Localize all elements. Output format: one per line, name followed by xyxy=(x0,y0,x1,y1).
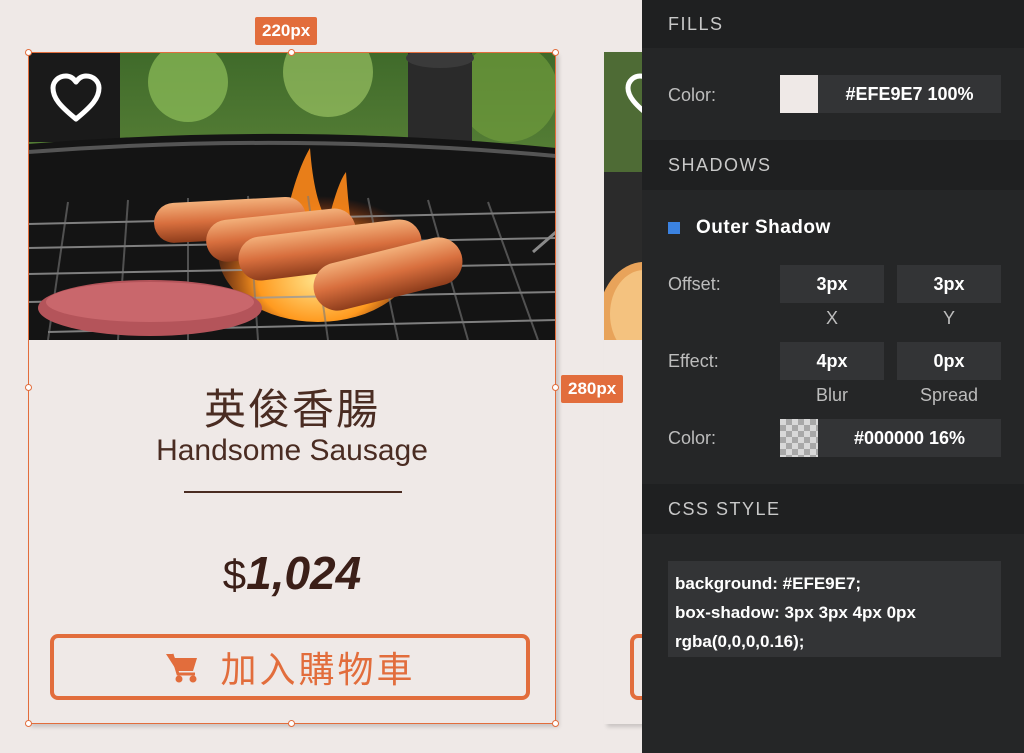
inspector-panel: FILLS Color: #EFE9E7 100% SHADOWS Outer … xyxy=(642,0,1024,753)
shadow-color-field[interactable]: #000000 16% xyxy=(818,419,1001,457)
height-badge: 280px xyxy=(561,375,624,403)
resize-handle-left[interactable] xyxy=(25,384,32,391)
offset-x-field[interactable]: 3px xyxy=(780,265,884,303)
css-code-block[interactable]: background: #EFE9E7; box-shadow: 3px 3px… xyxy=(668,561,1001,657)
title-divider xyxy=(184,491,402,493)
resize-handle-bottom-right[interactable] xyxy=(552,720,559,727)
shopping-cart-icon xyxy=(166,653,198,683)
spread-caption: Spread xyxy=(919,385,979,405)
product-title-cn: 英俊香腸 xyxy=(203,386,380,433)
effect-label: Effect: xyxy=(668,351,719,371)
add-to-cart-button[interactable]: 加入購物車 xyxy=(50,634,530,700)
heart-outline-icon[interactable] xyxy=(624,72,642,124)
resize-handle-top[interactable] xyxy=(288,49,295,56)
shadow-color-label: Color: xyxy=(668,428,717,448)
css-line: rgba(0,0,0,0.16); xyxy=(675,632,805,651)
resize-handle-top-right[interactable] xyxy=(552,49,559,56)
product-card[interactable]: 英俊香腸 Handsome Sausage $1,024 加入購物車 xyxy=(28,52,556,724)
fill-color-swatch[interactable] xyxy=(780,75,818,113)
width-badge: 220px xyxy=(255,17,318,45)
offset-label: Offset: xyxy=(668,274,721,294)
fill-color-field[interactable]: #EFE9E7 100% xyxy=(818,75,1001,113)
shadow-type-label[interactable]: Outer Shadow xyxy=(696,217,831,239)
product-price: $1,024 xyxy=(28,546,556,600)
fill-color-label: Color: xyxy=(668,85,717,105)
blur-caption: Blur xyxy=(815,385,848,405)
css-line: background: #EFE9E7; xyxy=(675,574,862,593)
heart-outline-icon[interactable] xyxy=(48,72,104,124)
price-value: 1,024 xyxy=(246,547,362,599)
css-style-header: CSS STYLE xyxy=(642,484,1024,534)
add-to-cart-button-secondary[interactable] xyxy=(630,634,642,700)
offset-y-caption: Y xyxy=(942,308,955,328)
resize-handle-top-left[interactable] xyxy=(25,49,32,56)
css-line: box-shadow: 3px 3px 4px 0px xyxy=(675,603,916,622)
offset-x-caption: X xyxy=(825,308,838,328)
resize-handle-bottom-left[interactable] xyxy=(25,720,32,727)
offset-y-field[interactable]: 3px xyxy=(897,265,1001,303)
shadow-type-indicator[interactable] xyxy=(668,222,680,234)
product-photo xyxy=(28,52,556,340)
resize-handle-bottom[interactable] xyxy=(288,720,295,727)
currency-symbol: $ xyxy=(222,551,247,598)
resize-handle-right[interactable] xyxy=(552,384,559,391)
blur-field[interactable]: 4px xyxy=(780,342,884,380)
add-to-cart-label: 加入購物車 xyxy=(220,649,416,690)
fills-header: FILLS xyxy=(642,0,1024,48)
shadow-color-swatch[interactable] xyxy=(780,419,818,457)
spread-field[interactable]: 0px xyxy=(897,342,1001,380)
design-canvas[interactable]: 英俊香腸 Handsome Sausage $1,024 加入購物車 220px… xyxy=(0,0,642,753)
shadows-header: SHADOWS xyxy=(642,140,1024,190)
product-title-en: Handsome Sausage xyxy=(156,434,428,467)
